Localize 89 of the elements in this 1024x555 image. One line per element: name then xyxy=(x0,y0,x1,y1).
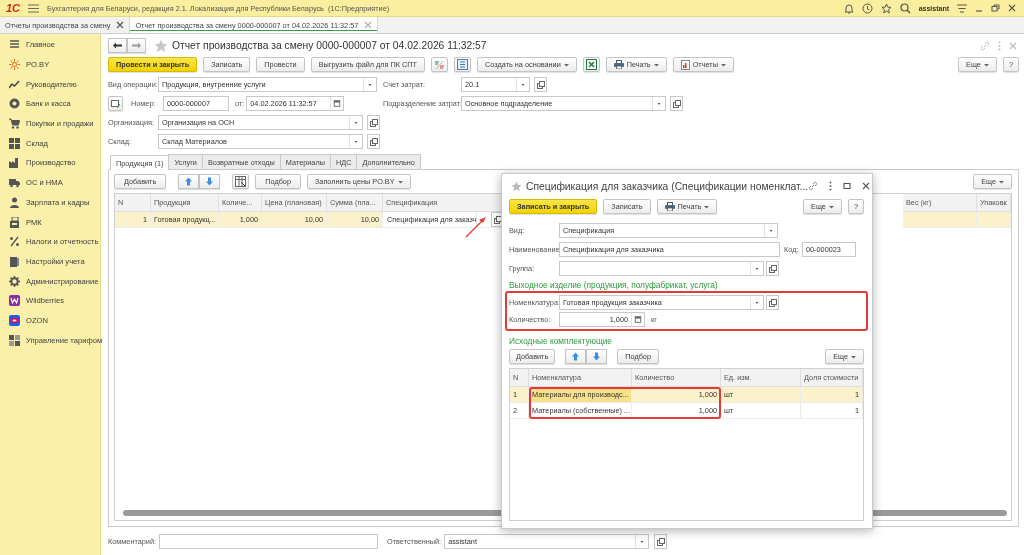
caret-icon xyxy=(720,62,726,67)
link-icon xyxy=(808,181,819,191)
maximize-icon xyxy=(843,182,852,190)
open-button[interactable] xyxy=(670,96,683,111)
forward-arrow-icon xyxy=(132,42,141,49)
chart-icon xyxy=(9,78,20,90)
move-down-button[interactable] xyxy=(586,349,608,364)
caret-icon xyxy=(397,179,403,184)
tile-icon xyxy=(9,314,20,326)
tile-icon xyxy=(9,295,20,307)
move-down-button[interactable] xyxy=(199,174,221,189)
star-icon[interactable] xyxy=(880,2,892,14)
document-icon xyxy=(111,99,120,108)
list-icon xyxy=(9,39,20,51)
caret-icon xyxy=(999,179,1004,184)
structure-icon xyxy=(457,59,469,70)
restore-icon[interactable] xyxy=(991,4,1000,12)
squares-icon xyxy=(768,264,777,273)
person-icon xyxy=(9,196,20,208)
menu-icon[interactable] xyxy=(957,3,967,13)
open-button[interactable] xyxy=(766,295,779,310)
move-up-button[interactable] xyxy=(178,174,200,189)
grid-icon xyxy=(235,176,247,187)
menu-icon[interactable] xyxy=(28,3,40,13)
history-icon[interactable] xyxy=(861,2,873,14)
printer-icon xyxy=(613,60,624,69)
percent-icon xyxy=(9,236,20,248)
up-arrow-icon xyxy=(571,352,581,361)
document-title: Отчет производства за смену 0000-000007 от 04.02.2026 11:32:57 xyxy=(172,40,487,51)
squares-icon xyxy=(672,99,681,108)
back-arrow-icon xyxy=(113,42,122,49)
group-field[interactable] xyxy=(559,261,764,276)
back-button[interactable] xyxy=(108,38,127,53)
squares-icon xyxy=(369,118,378,127)
book-icon xyxy=(9,255,20,267)
star-icon xyxy=(511,180,522,192)
calendar-icon xyxy=(631,313,644,326)
search-icon[interactable] xyxy=(899,2,911,14)
grid-button[interactable] xyxy=(232,174,250,189)
open-button[interactable] xyxy=(367,134,380,149)
squares-icon xyxy=(768,298,777,307)
dialog-title: Спецификация для заказчика (Спецификации номенклат... xyxy=(526,180,809,192)
spreadsheet-icon xyxy=(585,59,597,70)
down-arrow-icon xyxy=(592,352,602,361)
section-heading: Исходные комплектующие xyxy=(509,336,613,346)
printer-icon xyxy=(664,202,675,211)
number-button[interactable] xyxy=(108,96,123,111)
open-button[interactable] xyxy=(534,77,547,92)
close-icon xyxy=(862,182,871,190)
close-icon[interactable] xyxy=(1008,4,1016,12)
open-button[interactable] xyxy=(367,115,380,130)
caret-icon xyxy=(851,354,856,359)
down-arrow-icon xyxy=(205,177,215,186)
register-icon xyxy=(9,216,20,228)
caret-icon xyxy=(828,204,834,209)
cart-icon xyxy=(9,118,20,130)
squares-icon xyxy=(369,137,378,146)
move-up-button[interactable] xyxy=(565,349,587,364)
caret-icon xyxy=(704,204,710,209)
squares-icon xyxy=(656,537,665,546)
up-arrow-icon xyxy=(184,177,194,186)
entries-icon xyxy=(434,59,446,70)
truck-icon xyxy=(9,177,20,189)
open-button[interactable] xyxy=(766,261,779,276)
star-icon xyxy=(154,38,168,53)
close-icon xyxy=(1009,41,1017,50)
report-icon xyxy=(680,59,690,70)
bell-icon[interactable] xyxy=(843,2,854,14)
caret-icon xyxy=(983,62,989,67)
close-icon xyxy=(116,21,125,29)
spreadsheet-button[interactable] xyxy=(582,57,600,72)
tiles-icon xyxy=(9,334,20,346)
structure-button[interactable] xyxy=(454,57,472,72)
gear-icon xyxy=(9,275,20,287)
section-heading: Выходное изделие (продукция, полуфабрикат, услуга) xyxy=(509,280,719,290)
caret-icon xyxy=(563,62,569,67)
link-icon xyxy=(980,40,990,51)
sun-icon xyxy=(9,59,20,71)
coin-icon xyxy=(9,98,20,110)
more-icon xyxy=(998,40,1001,51)
open-button[interactable] xyxy=(654,534,668,549)
squares-icon xyxy=(536,80,545,89)
comment-field[interactable] xyxy=(159,534,378,549)
more-icon xyxy=(829,181,833,191)
factory-icon xyxy=(9,157,20,169)
caret-icon xyxy=(653,62,659,67)
grid-icon xyxy=(9,137,20,149)
logo: 1С xyxy=(6,2,21,14)
close-icon xyxy=(364,21,373,29)
